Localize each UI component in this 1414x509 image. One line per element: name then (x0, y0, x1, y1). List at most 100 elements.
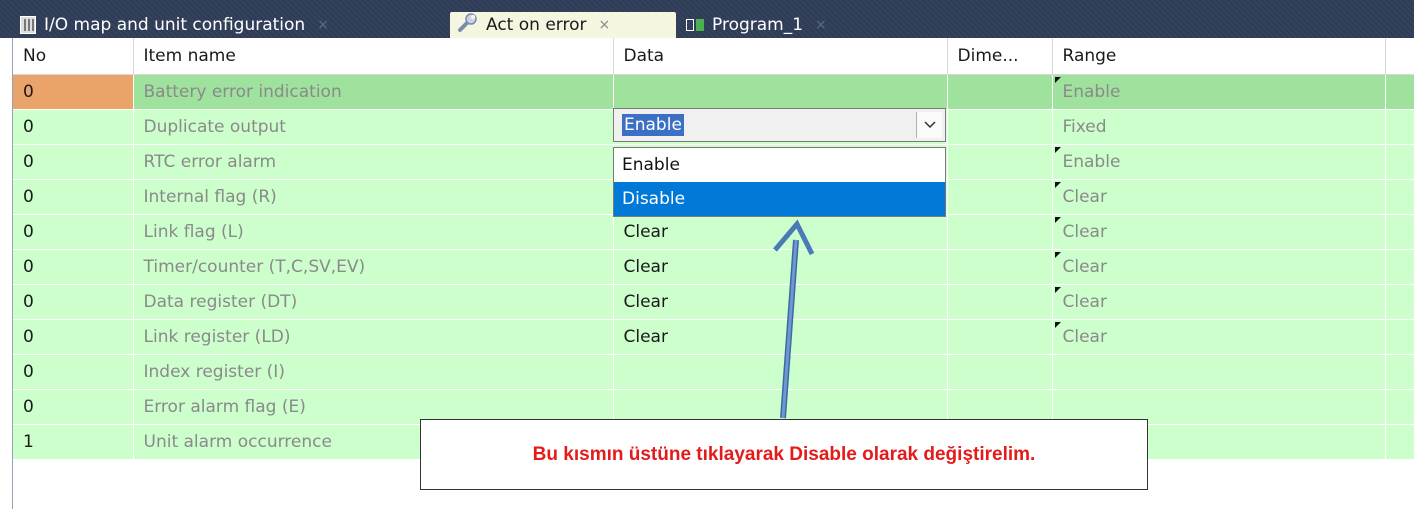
cell-range[interactable]: Clear (1052, 284, 1386, 320)
cell-data[interactable] (613, 354, 948, 390)
cell-range-text: Clear (1062, 257, 1107, 277)
cell-extra (1385, 74, 1414, 110)
cell-extra (1385, 179, 1414, 215)
cell-dimension (947, 319, 1053, 355)
table-row[interactable]: 0 Index register (I) (13, 354, 1414, 390)
tab-io-map[interactable]: I/O map and unit configuration × (14, 12, 434, 38)
cell-extra (1385, 144, 1414, 180)
table-row[interactable]: 0 Link register (LD) Clear Clear (13, 319, 1414, 355)
close-icon[interactable]: × (317, 17, 329, 33)
cell-range[interactable] (1052, 354, 1386, 390)
cell-dimension (947, 109, 1053, 145)
annotation-callout: Bu kısmın üstüne tıklayarak Disable olar… (420, 419, 1148, 490)
cell-range-text: Clear (1062, 222, 1107, 242)
column-header-item-name[interactable]: Item name (133, 38, 614, 75)
cell-item-name-text: Duplicate output (143, 117, 286, 137)
cell-marker (1054, 147, 1061, 153)
cell-no: 0 (13, 389, 134, 425)
cell-item-name-text: Index register (I) (143, 362, 285, 382)
cell-range[interactable]: Clear (1052, 319, 1386, 355)
cell-data-text: Clear (623, 257, 668, 277)
cell-no-text: 0 (23, 222, 34, 242)
cell-data-text: Clear (623, 327, 668, 347)
chevron-down-icon[interactable] (916, 112, 942, 138)
cell-item-name-text: RTC error alarm (143, 152, 277, 172)
cell-extra (1385, 424, 1414, 460)
table-row[interactable]: 0 Battery error indication Enable (13, 74, 1414, 110)
cell-extra (1385, 319, 1414, 355)
column-header-extra[interactable] (1385, 38, 1414, 75)
cell-marker (1054, 252, 1061, 258)
dropdown-option-enable[interactable]: Enable (614, 148, 945, 182)
cell-range[interactable]: Enable (1052, 74, 1386, 110)
cell-extra (1385, 214, 1414, 250)
cell-data[interactable]: Clear (613, 249, 948, 285)
cell-item-name-text: Timer/counter (T,C,SV,EV) (143, 257, 366, 277)
cell-no-text: 0 (23, 397, 34, 417)
cell-data[interactable] (613, 74, 948, 110)
cell-data[interactable]: Clear (613, 214, 948, 250)
data-combobox[interactable]: Enable (613, 108, 946, 142)
cell-marker (1054, 322, 1061, 328)
cell-data-text: Clear (623, 292, 668, 312)
combobox-value[interactable]: Enable (622, 114, 684, 136)
close-icon[interactable]: × (815, 17, 827, 33)
cell-item-name: Index register (I) (133, 354, 614, 390)
act-on-error-table: No Item name Data Dime... Range 0 Battery… (13, 38, 1414, 460)
cell-no: 0 (13, 179, 134, 215)
cell-no-text: 0 (23, 117, 34, 137)
cell-range[interactable]: Fixed (1052, 109, 1386, 145)
column-header-data[interactable]: Data (613, 38, 948, 75)
cell-marker (1054, 287, 1061, 293)
tab-program-1[interactable]: Program_1 × (680, 12, 870, 38)
cell-dimension (947, 214, 1053, 250)
cell-no: 0 (13, 74, 134, 110)
cell-range-text: Enable (1062, 82, 1121, 102)
cell-item-name-text: Internal flag (R) (143, 187, 277, 207)
cell-extra (1385, 284, 1414, 320)
close-icon[interactable]: × (598, 17, 610, 33)
cell-no: 0 (13, 284, 134, 320)
cell-no-text: 0 (23, 82, 34, 102)
cell-marker (1054, 182, 1061, 188)
cell-no: 0 (13, 214, 134, 250)
table-row[interactable]: 0 Link flag (L) Clear Clear (13, 214, 1414, 250)
cell-range[interactable]: Clear (1052, 179, 1386, 215)
cell-item-name-text: Unit alarm occurrence (143, 432, 332, 452)
cell-item-name: Internal flag (R) (133, 179, 614, 215)
cell-no-text: 0 (23, 362, 34, 382)
cell-range-text: Clear (1062, 327, 1107, 347)
cell-no-text: 0 (23, 327, 34, 347)
cell-dimension (947, 354, 1053, 390)
cell-item-name: RTC error alarm (133, 144, 614, 180)
cell-no-text: 0 (23, 187, 34, 207)
dropdown-option-disable[interactable]: Disable (614, 182, 945, 216)
cell-range[interactable]: Clear (1052, 214, 1386, 250)
column-header-dimension[interactable]: Dime... (947, 38, 1053, 75)
cell-dimension (947, 284, 1053, 320)
cell-item-name-text: Battery error indication (143, 82, 342, 102)
cell-item-name-text: Link flag (L) (143, 222, 244, 242)
column-header-range[interactable]: Range (1052, 38, 1386, 75)
table-row[interactable]: 0 Data register (DT) Clear Clear (13, 284, 1414, 320)
cell-no: 0 (13, 354, 134, 390)
cell-range[interactable]: Enable (1052, 144, 1386, 180)
cell-no: 0 (13, 249, 134, 285)
cell-item-name-text: Error alarm flag (E) (143, 397, 306, 417)
cell-range-text: Enable (1062, 152, 1121, 172)
annotation-text: Bu kısmın üstüne tıklayarak Disable olar… (532, 443, 1036, 465)
column-header-no[interactable]: No (13, 38, 134, 75)
cell-item-name: Data register (DT) (133, 284, 614, 320)
cell-no: 0 (13, 144, 134, 180)
program-icon (686, 19, 704, 31)
cell-data-text: Clear (623, 222, 668, 242)
cell-data[interactable]: Clear (613, 319, 948, 355)
cell-range[interactable]: Clear (1052, 249, 1386, 285)
document-tab-bar: I/O map and unit configuration × Act on … (0, 0, 1414, 38)
table-row[interactable]: 0 Timer/counter (T,C,SV,EV) Clear Clear (13, 249, 1414, 285)
combobox-dropdown: Enable Disable (613, 147, 946, 217)
cell-dimension (947, 249, 1053, 285)
tab-label: Program_1 (712, 15, 804, 35)
tab-act-on-error[interactable]: Act on error × (450, 12, 676, 38)
cell-data[interactable]: Clear (613, 284, 948, 320)
